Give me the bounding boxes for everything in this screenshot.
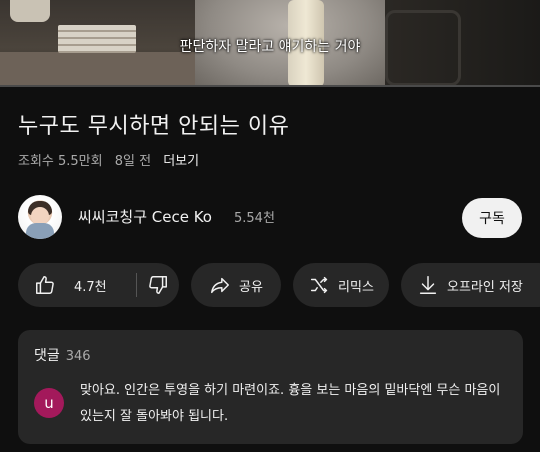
offline-save-label: 오프라인 저장 [447,279,523,295]
share-label: 공유 [239,279,263,295]
comments-header: 댓글 346 [34,345,91,365]
remix-label: 리믹스 [338,279,374,295]
comments-count: 346 [65,349,91,364]
commenter-avatar[interactable]: u [34,388,64,418]
video-player[interactable]: 판단하자 말라고 얘기하는 거야 [0,0,540,87]
subscriber-count: 5.54천 [234,211,275,226]
comments-panel[interactable]: 댓글 346 u 맞아요. 인간은 투영을 하기 마련이죠. 흉을 보는 마음의 … [18,330,523,444]
more-link[interactable]: 더보기 [163,154,199,169]
upload-age: 8일 전 [114,154,152,169]
video-frame-lamp [10,0,50,22]
subscribe-button[interactable]: 구독 [462,198,522,238]
dislike-button[interactable] [137,274,179,296]
download-icon [417,274,439,296]
top-comment-text: 맞아요. 인간은 투영을 하기 마련이죠. 흉을 보는 마음의 밑바닥엔 무슨 … [80,383,501,424]
remix-icon [308,274,330,296]
video-frame-shelf [0,52,200,87]
remix-button[interactable]: 리믹스 [293,263,389,307]
offline-save-button[interactable]: 오프라인 저장 [401,263,540,307]
share-button[interactable]: 공유 [191,263,281,307]
view-count: 조회수 5.5만회 [18,154,103,169]
channel-name[interactable]: 씨씨코칭구 Cece Ko [78,206,212,227]
channel-avatar[interactable] [18,195,62,239]
video-progress-bar[interactable] [0,85,540,87]
video-caption: 판단하자 말라고 얘기하는 거야 [179,39,361,55]
like-count: 4.7천 [74,279,107,295]
like-button[interactable]: 4.7천 [18,274,136,296]
comments-title: 댓글 [34,348,60,364]
video-meta[interactable]: 조회수 5.5만회 8일 전 더보기 [18,150,207,169]
like-dislike-chip: 4.7천 [18,263,179,307]
video-title: 누구도 무시하면 안되는 이유 [18,114,290,139]
share-icon [209,274,231,296]
thumbs-up-icon [34,274,56,296]
thumbs-down-icon [147,274,169,296]
